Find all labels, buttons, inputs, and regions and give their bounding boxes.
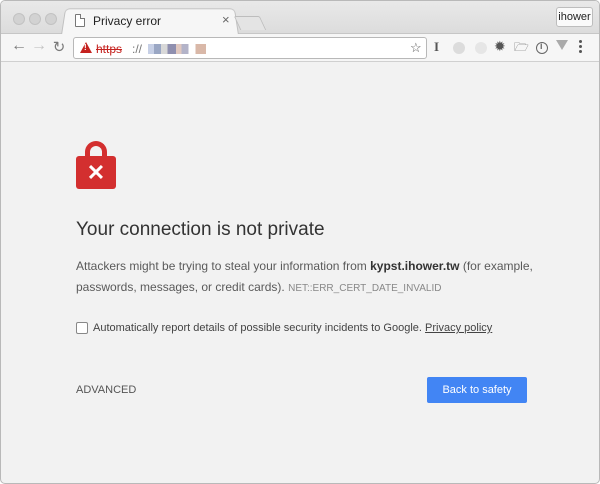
lock-error-icon: ✕ — [76, 141, 116, 189]
url-host-redacted — [148, 44, 206, 54]
minimize-window-button[interactable] — [29, 13, 41, 25]
privacy-policy-link[interactable]: Privacy policy — [425, 322, 492, 334]
close-window-button[interactable] — [13, 13, 25, 25]
page-icon — [75, 14, 85, 27]
forward-button[interactable]: → — [30, 37, 48, 55]
extension-i-icon[interactable]: I — [434, 39, 439, 55]
menu-icon[interactable] — [579, 40, 582, 54]
report-text: Automatically report details of possible… — [93, 322, 422, 334]
description-prefix: Attackers might be trying to steal your … — [76, 259, 371, 273]
target-domain: kypst.ihower.tw — [370, 259, 460, 273]
new-tab-button[interactable] — [233, 16, 267, 30]
error-code: NET::ERR_CERT_DATE_INVALID — [288, 283, 442, 294]
tab-strip: Privacy error × ihower — [1, 1, 599, 35]
extension-circle-icon[interactable] — [453, 42, 465, 54]
report-label: Automatically report details of possible… — [93, 322, 492, 334]
url-separator: :// — [132, 42, 143, 56]
gear-icon[interactable]: ✹ — [494, 38, 506, 55]
tab-title: Privacy error — [93, 14, 162, 28]
back-to-safety-button[interactable]: Back to safety — [427, 377, 527, 403]
back-button[interactable]: ← — [10, 37, 28, 55]
toolbar: ← → ↻ https :// ☆ I ✹ 🗁 — [1, 34, 599, 62]
tab-close-button[interactable]: × — [222, 12, 230, 27]
report-checkbox[interactable] — [76, 322, 88, 334]
zoom-window-button[interactable] — [45, 13, 57, 25]
reload-button[interactable]: ↻ — [50, 38, 68, 56]
address-bar[interactable]: https :// ☆ — [73, 37, 427, 59]
page-title: Your connection is not private — [76, 219, 325, 240]
warning-icon[interactable] — [80, 42, 92, 53]
url-scheme: https — [96, 42, 123, 56]
bookmark-star-icon[interactable]: ☆ — [410, 40, 422, 56]
extension-faded-icon[interactable] — [475, 42, 487, 54]
folder-icon[interactable]: 🗁 — [514, 38, 529, 59]
vue-devtools-icon[interactable] — [556, 40, 568, 50]
tab-content: Privacy error × — [61, 7, 239, 35]
browser-window: Privacy error × ihower ← → ↻ https :// ☆… — [0, 0, 600, 484]
profile-button[interactable]: ihower — [556, 7, 593, 27]
info-icon[interactable] — [536, 41, 548, 54]
error-description: Attackers might be trying to steal your … — [76, 256, 536, 299]
advanced-button[interactable]: ADVANCED — [76, 384, 136, 396]
